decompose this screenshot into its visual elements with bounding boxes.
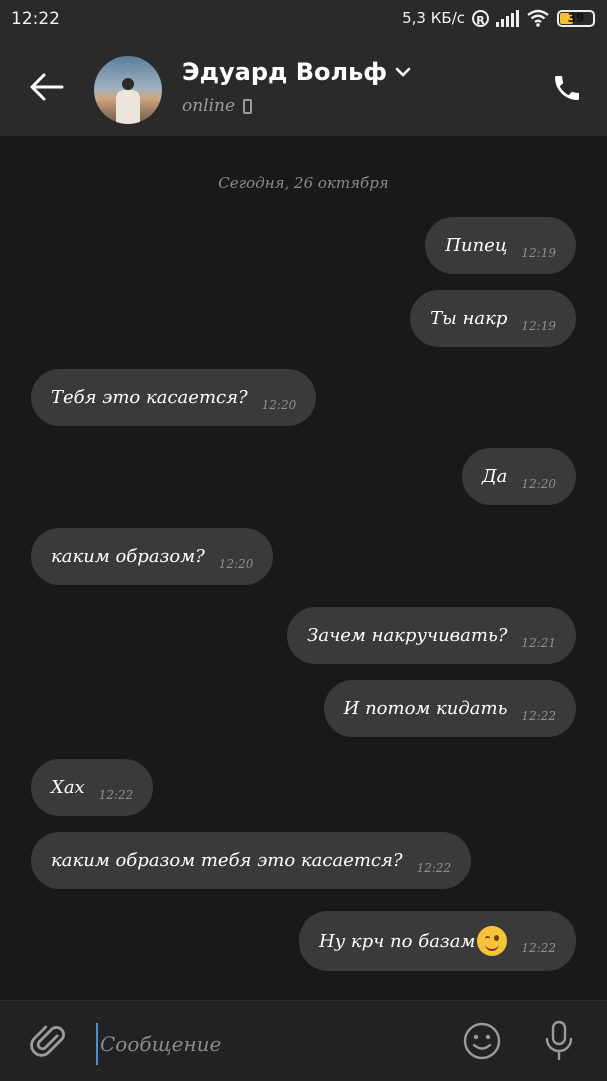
message-text: Ну крч по базам: [319, 930, 476, 952]
microphone-icon[interactable]: [542, 1019, 576, 1063]
message-time: 12:22: [521, 941, 556, 955]
message-time: 12:20: [218, 556, 254, 571]
wink-emoji-icon: [477, 926, 508, 956]
message-text: Да: [482, 466, 508, 487]
message-time: 12:22: [416, 860, 452, 875]
message-bubble[interactable]: Хах 12:22: [31, 759, 154, 816]
phone-call-icon[interactable]: [551, 72, 583, 104]
battery-icon: 39: [557, 9, 595, 27]
message-text: Хах: [51, 777, 85, 798]
message-bubble[interactable]: Зачем накручивать? 12:21: [287, 607, 576, 664]
message-time: 12:19: [521, 318, 556, 333]
emoji-smile-icon[interactable]: [462, 1021, 502, 1061]
contact-avatar[interactable]: [94, 56, 162, 124]
status-indicators: 5,3 КБ/с R 39: [402, 9, 595, 27]
message-bubble[interactable]: Ну крч по базам 12:22: [299, 911, 576, 971]
status-time: 12:22: [11, 9, 60, 29]
message-text: каким образом тебя это касается?: [51, 850, 403, 871]
message-bubble[interactable]: И потом кидать 12:22: [323, 680, 576, 737]
message-bubble[interactable]: Ты накр 12:19: [410, 290, 576, 347]
contact-status: online: [182, 96, 253, 116]
chat-header: Эдуард Вольф online: [0, 40, 607, 136]
network-speed: 5,3 КБ/с: [402, 9, 465, 27]
roaming-icon: R: [472, 9, 489, 27]
message-text: каким образом?: [51, 546, 205, 567]
date-separator: Сегодня, 26 октября: [218, 174, 389, 192]
mobile-device-icon: [243, 98, 253, 114]
paperclip-icon[interactable]: [30, 1021, 66, 1061]
message-time: 12:22: [521, 708, 556, 723]
signal-icon: [496, 9, 519, 27]
message-bubble[interactable]: каким образом тебя это касается? 12:22: [31, 832, 472, 889]
back-arrow-icon[interactable]: [28, 72, 64, 102]
message-bubble[interactable]: Пипец 12:19: [425, 217, 576, 274]
message-input[interactable]: [96, 1023, 442, 1065]
status-bar: 12:22 5,3 КБ/с R 39: [0, 0, 607, 40]
message-text: Тебя это касается?: [51, 387, 248, 408]
message-time: 12:20: [521, 476, 556, 491]
message-time: 12:22: [98, 787, 134, 802]
contact-name-label: Эдуард Вольф: [182, 58, 388, 86]
message-composer: [0, 1000, 607, 1081]
message-bubble[interactable]: Тебя это касается? 12:20: [31, 369, 317, 426]
message-time: 12:19: [521, 245, 556, 260]
message-text: Ты накр: [430, 308, 508, 329]
chevron-down-icon[interactable]: [395, 67, 411, 77]
message-text: Зачем накручивать?: [307, 625, 508, 646]
message-time: 12:20: [261, 397, 297, 412]
message-text: Пипец: [445, 235, 508, 256]
status-text: online: [182, 96, 236, 116]
message-text: И потом кидать: [343, 698, 508, 719]
message-time: 12:21: [521, 635, 556, 650]
message-bubble[interactable]: каким образом? 12:20: [31, 528, 274, 585]
wifi-icon: [527, 9, 549, 27]
message-bubble[interactable]: Да 12:20: [462, 448, 576, 505]
contact-name[interactable]: Эдуард Вольф: [182, 58, 411, 86]
